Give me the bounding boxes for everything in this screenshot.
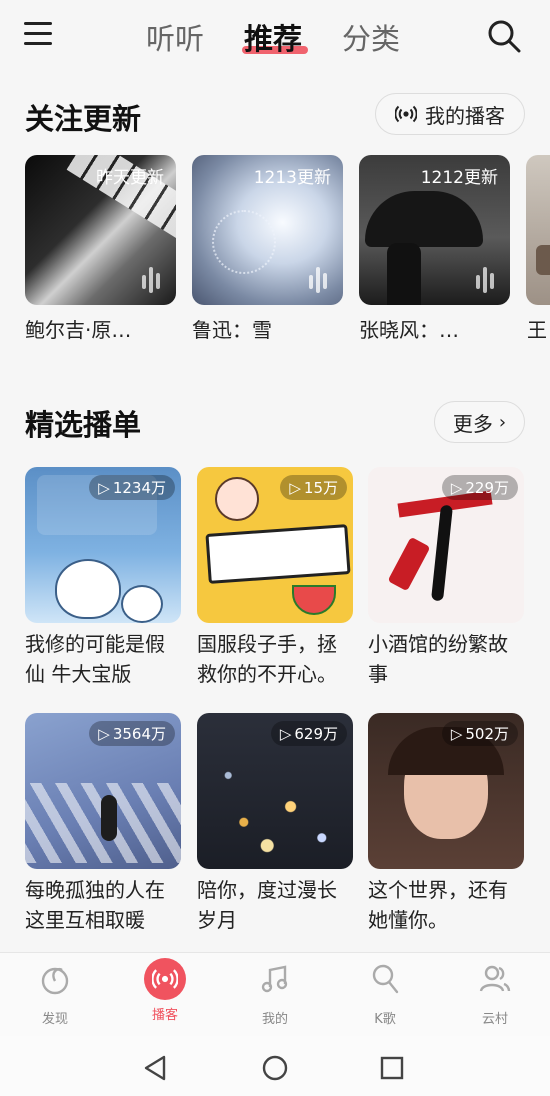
banner-image	[205, 524, 351, 584]
playlist-card[interactable]: ▷ 629万	[197, 713, 353, 869]
umbrella-image	[365, 191, 483, 247]
nav-label: 我的	[261, 1012, 288, 1027]
nav-discover[interactable]: 发现	[20, 962, 90, 1027]
play-icon: ▷	[450, 478, 463, 497]
playlist-caption: 陪你，度过漫长岁月	[197, 878, 337, 932]
play-icon: ▷	[450, 724, 463, 743]
playlist-caption: 这个世界，还有她懂你。	[368, 878, 508, 932]
nav-label: 播客	[151, 1008, 178, 1023]
section-title-playlists: 精选播单	[25, 408, 142, 442]
tab-listen[interactable]: 听听	[146, 16, 204, 58]
tab-recommend[interactable]: 推荐	[244, 16, 302, 58]
play-icon: ▷	[279, 724, 292, 743]
play-count-badge: ▷ 229万	[441, 475, 518, 500]
play-icon: ▷	[98, 724, 110, 743]
music-note-icon	[261, 965, 288, 993]
play-count-badge: ▷ 15万	[280, 475, 347, 500]
netease-icon	[41, 967, 69, 995]
nav-community[interactable]: 云村	[460, 962, 530, 1027]
microphone-icon	[372, 964, 399, 994]
playlist-card[interactable]: ▷ 15万	[197, 467, 353, 623]
play-count-badge: ▷ 629万	[270, 721, 347, 746]
follow-caption: 张晓风：…	[359, 318, 459, 342]
people-icon	[479, 965, 511, 992]
nav-mine[interactable]: 我的	[240, 962, 310, 1027]
play-count-badge: ▷ 502万	[441, 721, 518, 746]
follow-caption: 鲍尔吉·原…	[25, 318, 132, 342]
update-badge: 昨天更新	[96, 168, 164, 188]
nav-label: 云村	[481, 1012, 508, 1027]
play-count-badge: ▷ 1234万	[89, 475, 175, 500]
audio-wave-icon	[140, 267, 162, 293]
more-button[interactable]: 更多 ›	[434, 401, 525, 443]
my-podcast-label: 我的播客	[425, 103, 505, 128]
audio-wave-icon	[474, 267, 496, 293]
play-count-badge: ▷ 3564万	[89, 721, 175, 746]
playlist-card[interactable]: ▷ 1234万	[25, 467, 181, 623]
nav-label: 发现	[41, 1012, 68, 1027]
home-icon[interactable]	[262, 1055, 288, 1081]
chevron-right-icon: ›	[498, 411, 507, 433]
follow-caption: 鲁迅：雪	[192, 318, 272, 342]
playlist-card[interactable]: ▷ 3564万	[25, 713, 181, 869]
playlist-card[interactable]: ▷ 229万	[368, 467, 524, 623]
snow-image	[212, 210, 276, 274]
follow-card[interactable]	[526, 155, 550, 305]
search-icon[interactable]	[486, 18, 522, 54]
menu-icon[interactable]	[24, 22, 52, 46]
update-badge: 1212更新	[420, 168, 498, 188]
playlist-caption: 国服段子手，拯救你的不开心。	[197, 632, 337, 686]
more-label: 更多	[452, 411, 493, 436]
play-icon: ▷	[98, 478, 110, 497]
audio-wave-icon	[307, 267, 329, 293]
playlist-caption: 我修的可能是假仙 牛大宝版	[25, 632, 165, 686]
update-badge: 1213更新	[253, 168, 331, 188]
podcast-icon	[144, 958, 186, 1000]
back-icon[interactable]	[143, 1055, 167, 1081]
recents-icon[interactable]	[380, 1056, 404, 1080]
follow-card[interactable]: 昨天更新	[25, 155, 176, 305]
follow-caption: 王	[527, 318, 547, 342]
section-title-follow: 关注更新	[25, 102, 142, 136]
follow-card[interactable]: 1213更新	[192, 155, 343, 305]
system-nav-bar	[0, 1036, 550, 1096]
follow-card[interactable]: 1212更新	[359, 155, 510, 305]
partial-image	[536, 245, 550, 275]
nav-podcast[interactable]: 播客	[130, 958, 200, 1023]
playlist-caption: 小酒馆的纷繁故事	[368, 632, 508, 686]
play-icon: ▷	[289, 478, 301, 497]
my-podcast-button[interactable]: 我的播客	[375, 93, 525, 135]
top-bar: 听听 推荐 分类	[0, 0, 550, 78]
playlist-card[interactable]: ▷ 502万	[368, 713, 524, 869]
nav-label: K歌	[374, 1012, 396, 1027]
playlist-caption: 每晚孤独的人在这里互相取暖	[25, 878, 165, 932]
broadcast-icon	[395, 105, 417, 123]
nav-ksong[interactable]: K歌	[350, 962, 420, 1027]
tab-category[interactable]: 分类	[342, 16, 400, 58]
